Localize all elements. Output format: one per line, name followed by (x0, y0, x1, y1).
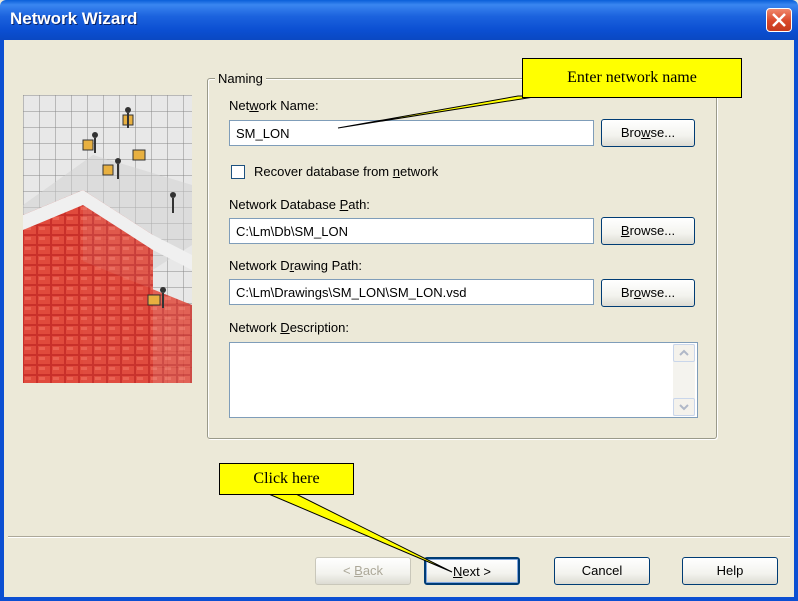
database-path-input[interactable]: C:\Lm\Db\SM_LON (229, 218, 594, 244)
network-name-input[interactable]: SM_LON (229, 120, 594, 146)
network-wizard-window: Network Wizard Naming Network Name: SM_L… (0, 0, 798, 601)
drawing-path-input[interactable]: C:\Lm\Drawings\SM_LON\SM_LON.vsd (229, 279, 594, 305)
scroll-up-button[interactable] (673, 344, 695, 362)
window-title: Network Wizard (10, 9, 138, 28)
close-icon (772, 13, 786, 27)
next-button[interactable]: Next > (424, 557, 520, 585)
network-name-browse-button[interactable]: Browse... (601, 119, 695, 147)
back-button[interactable]: < Back (315, 557, 411, 585)
help-button[interactable]: Help (682, 557, 778, 585)
chevron-up-icon (679, 349, 689, 356)
description-label: Network Description: (229, 320, 349, 335)
drawing-path-label: Network Drawing Path: (229, 258, 362, 273)
scroll-down-button[interactable] (673, 398, 695, 416)
recover-database-label[interactable]: Recover database from network (254, 164, 438, 179)
window-frame-bottom (0, 597, 798, 601)
close-button[interactable] (766, 8, 792, 32)
description-textarea[interactable] (229, 342, 698, 418)
cancel-button[interactable]: Cancel (554, 557, 650, 585)
network-name-label: Network Name: (229, 98, 319, 113)
window-frame-left (0, 40, 4, 601)
database-path-label: Network Database Path: (229, 197, 370, 212)
window-frame-right (794, 40, 798, 601)
description-scrollbar[interactable] (673, 344, 695, 416)
chevron-down-icon (679, 404, 689, 411)
wizard-illustration (23, 95, 192, 383)
title-bar[interactable]: Network Wizard (0, 0, 798, 40)
naming-group-legend: Naming (215, 71, 266, 86)
recover-database-checkbox[interactable] (231, 165, 245, 179)
drawing-path-browse-button[interactable]: Browse... (601, 279, 695, 307)
click-here-callout: Click here (219, 463, 354, 495)
footer-separator-highlight (8, 537, 790, 538)
database-path-browse-button[interactable]: Browse... (601, 217, 695, 245)
enter-name-callout: Enter network name (522, 58, 742, 98)
